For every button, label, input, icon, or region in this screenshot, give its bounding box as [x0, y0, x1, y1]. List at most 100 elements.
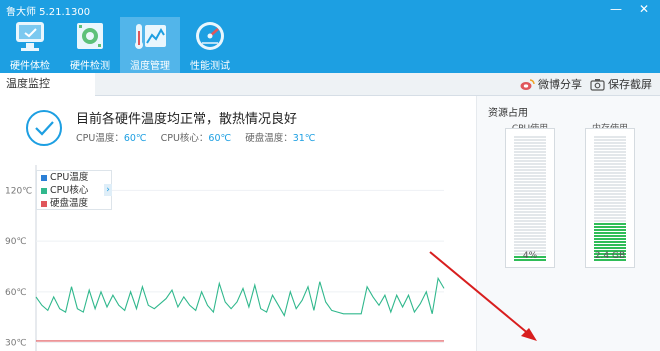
meter-segment: [594, 178, 626, 180]
meter-segment: [594, 163, 626, 165]
legend-label: CPU核心: [50, 185, 89, 196]
mem-usage-bar: [594, 136, 626, 261]
y-tick-label: 90℃: [5, 237, 27, 247]
weibo-share-button[interactable]: 微博分享: [520, 77, 582, 93]
meter-segment: [514, 232, 546, 234]
cpu-core-value: 60℃: [208, 133, 232, 144]
y-tick-label: 30℃: [5, 339, 27, 349]
meter-segment: [594, 241, 626, 243]
chart-legend: CPU温度 CPU核心 硬盘温度 ›: [36, 170, 112, 210]
legend-label: CPU温度: [50, 172, 89, 183]
meter-segment: [514, 229, 546, 231]
meter-segment: [594, 190, 626, 192]
mem-usage-value: 2.4 GB: [594, 251, 626, 261]
meter-segment: [594, 211, 626, 213]
meter-segment: [594, 235, 626, 237]
cpu-core-label: CPU核心：: [160, 133, 209, 144]
meter-segment: [594, 151, 626, 153]
tab-temperature-monitor[interactable]: 温度监控: [0, 73, 95, 96]
meter-segment: [514, 157, 546, 159]
meter-segment: [594, 208, 626, 210]
meter-segment: [514, 166, 546, 168]
check-circle-icon: [26, 110, 62, 146]
weibo-icon: [520, 79, 535, 90]
meter-segment: [514, 178, 546, 180]
meter-segment: [514, 172, 546, 174]
legend-swatch: [41, 174, 47, 181]
meter-segment: [594, 223, 626, 225]
meter-segment: [514, 193, 546, 195]
meter-segment: [514, 148, 546, 150]
series-line-1: [35, 276, 445, 317]
meter-segment: [594, 214, 626, 216]
meter-segment: [594, 148, 626, 150]
meter-segment: [514, 238, 546, 240]
meter-segment: [594, 139, 626, 141]
annotation-arrow: [429, 251, 537, 341]
nav-hardware-checkup[interactable]: 硬件体检: [0, 17, 60, 73]
close-button[interactable]: ✕: [634, 1, 654, 17]
speedometer-icon: [196, 22, 224, 50]
meter-segment: [514, 202, 546, 204]
nav-label: 性能测试: [190, 61, 230, 72]
legend-swatch: [41, 200, 47, 207]
meter-segment: [514, 223, 546, 225]
meter-segment: [514, 214, 546, 216]
meter-segment: [594, 142, 626, 144]
meter-segment: [594, 244, 626, 246]
monitor-check-icon: [16, 22, 44, 51]
nav-label: 硬件体检: [10, 61, 50, 72]
meter-segment: [514, 217, 546, 219]
status-title: 目前各硬件温度均正常，散热情况良好: [76, 112, 298, 127]
camera-icon: [590, 79, 605, 91]
nav-label: 温度管理: [130, 61, 170, 72]
y-tick-label: 120℃: [5, 186, 32, 196]
tab-bar: 温度监控 微博分享 保存截屏: [0, 73, 660, 96]
legend-swatch: [41, 187, 47, 194]
meter-segment: [514, 196, 546, 198]
minimize-button[interactable]: —: [606, 1, 626, 17]
legend-disk-temp[interactable]: 硬盘温度: [37, 197, 111, 210]
weibo-share-label: 微博分享: [538, 78, 582, 91]
temperature-chart-icon: [135, 24, 166, 49]
cpu-temp-label: CPU温度：: [76, 133, 124, 144]
resource-title: 资源占用: [488, 108, 528, 119]
meter-segment: [594, 199, 626, 201]
meter-segment: [594, 154, 626, 156]
meter-segment: [514, 154, 546, 156]
meter-segment: [514, 175, 546, 177]
app-title: 鲁大师 5.21.1300: [6, 7, 91, 18]
meter-segment: [514, 208, 546, 210]
meter-segment: [594, 175, 626, 177]
legend-collapse-arrow-icon[interactable]: ›: [104, 184, 112, 196]
meter-segment: [514, 169, 546, 171]
nav-hardware-detect[interactable]: 硬件检测: [60, 17, 120, 73]
legend-cpu-core[interactable]: CPU核心: [37, 184, 111, 197]
meter-segment: [594, 172, 626, 174]
meter-segment: [514, 211, 546, 213]
nav-performance-test[interactable]: 性能测试: [180, 17, 240, 73]
meter-segment: [594, 184, 626, 186]
legend-cpu-temp[interactable]: CPU温度: [37, 171, 111, 184]
meter-segment: [514, 187, 546, 189]
save-screenshot-button[interactable]: 保存截屏: [590, 77, 652, 93]
nav-temperature-manage[interactable]: 温度管理: [120, 17, 180, 73]
meter-segment: [594, 136, 626, 138]
nav-label: 硬件检测: [70, 61, 110, 72]
meter-segment: [594, 181, 626, 183]
disk-temp-label: 硬盘温度：: [245, 133, 293, 144]
meter-segment: [594, 157, 626, 159]
meter-segment: [594, 193, 626, 195]
meter-segment: [594, 238, 626, 240]
temperature-summary: CPU温度：60℃ CPU核心：60℃ 硬盘温度：31℃: [76, 130, 329, 144]
y-tick-label: 60℃: [5, 288, 27, 298]
legend-label: 硬盘温度: [50, 198, 89, 209]
meter-segment: [514, 220, 546, 222]
meter-segment: [594, 166, 626, 168]
meter-segment: [514, 163, 546, 165]
meter-segment: [594, 169, 626, 171]
meter-segment: [514, 139, 546, 141]
meter-segment: [594, 160, 626, 162]
meter-segment: [594, 226, 626, 228]
meter-segment: [514, 145, 546, 147]
